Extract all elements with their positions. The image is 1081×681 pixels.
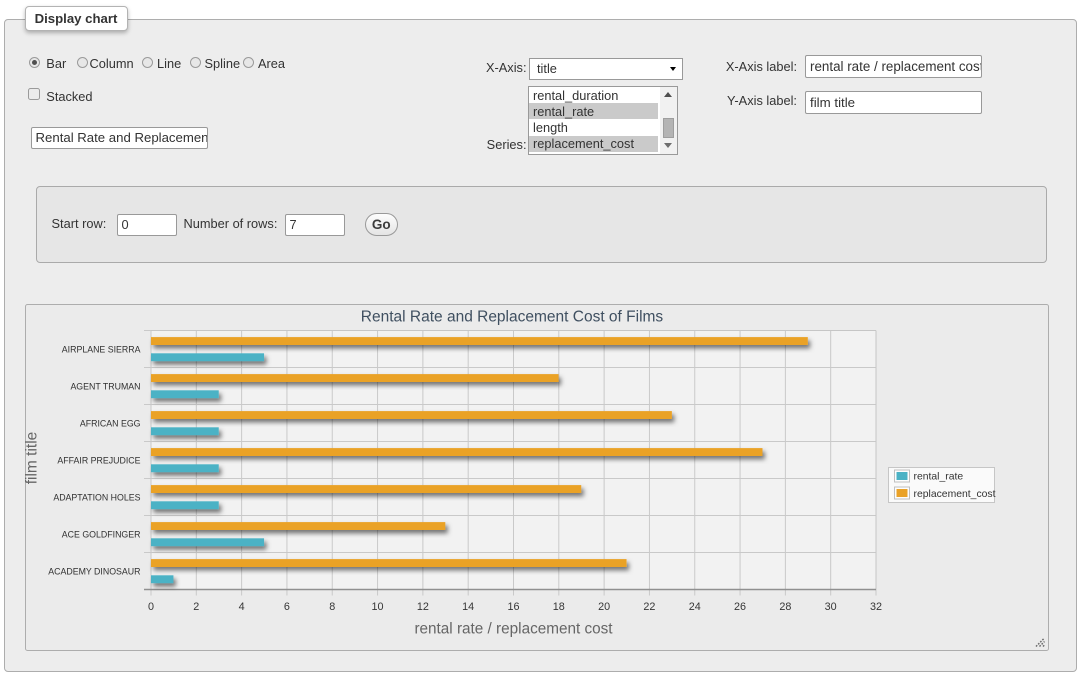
svg-text:Rental Rate and Replacement Co: Rental Rate and Replacement Cost of Film… (360, 309, 663, 326)
svg-text:2: 2 (193, 601, 199, 613)
svg-text:20: 20 (598, 601, 610, 613)
svg-text:film title: film title (25, 432, 41, 485)
svg-text:ADAPTATION HOLES: ADAPTATION HOLES (53, 492, 140, 502)
svg-text:rental_rate: rental_rate (913, 472, 963, 483)
svg-text:ACE GOLDFINGER: ACE GOLDFINGER (61, 529, 140, 539)
svg-text:6: 6 (283, 601, 289, 613)
svg-text:ACADEMY DINOSAUR: ACADEMY DINOSAUR (48, 566, 140, 576)
svg-text:18: 18 (552, 601, 564, 613)
svg-text:16: 16 (507, 601, 519, 613)
svg-text:AFFAIR PREJUDICE: AFFAIR PREJUDICE (57, 455, 140, 465)
svg-text:26: 26 (734, 601, 746, 613)
svg-text:28: 28 (779, 601, 791, 613)
svg-text:30: 30 (824, 601, 836, 613)
svg-text:replacement_cost: replacement_cost (913, 489, 995, 500)
svg-text:0: 0 (147, 601, 153, 613)
svg-text:32: 32 (869, 601, 881, 613)
svg-text:rental rate / replacement cost: rental rate / replacement cost (414, 621, 613, 638)
svg-text:14: 14 (462, 601, 474, 613)
svg-text:12: 12 (416, 601, 428, 613)
svg-text:AGENT TRUMAN: AGENT TRUMAN (70, 381, 140, 391)
svg-text:10: 10 (371, 601, 383, 613)
svg-text:24: 24 (688, 601, 700, 613)
svg-text:AIRPLANE SIERRA: AIRPLANE SIERRA (61, 344, 140, 354)
svg-text:4: 4 (238, 601, 244, 613)
svg-text:AFRICAN EGG: AFRICAN EGG (79, 418, 140, 428)
svg-text:22: 22 (643, 601, 655, 613)
svg-text:8: 8 (329, 601, 335, 613)
